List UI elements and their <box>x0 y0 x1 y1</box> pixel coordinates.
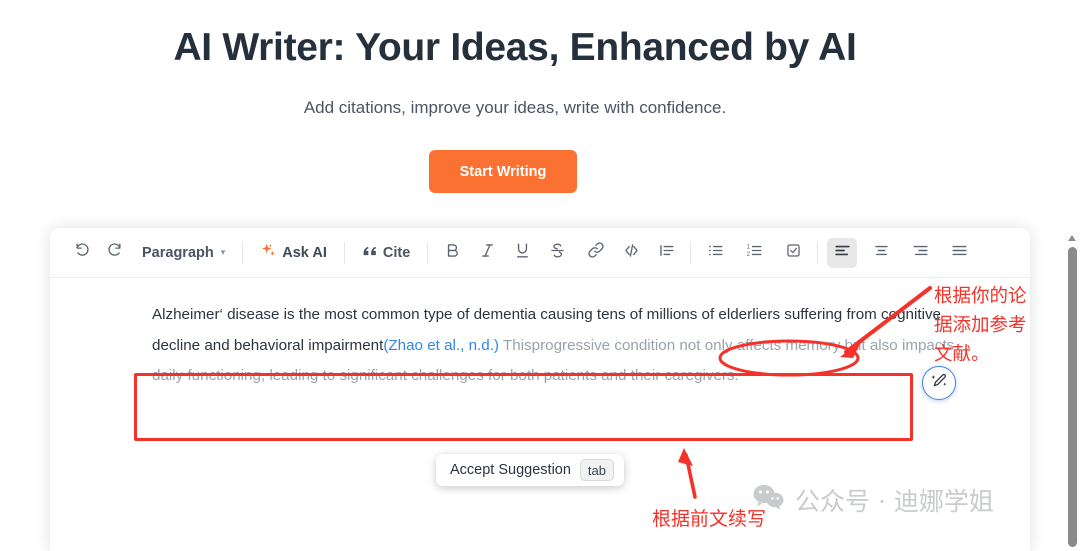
quote-icon <box>362 244 378 262</box>
tab-key-badge: tab <box>579 459 614 481</box>
strikethrough-icon <box>548 241 567 265</box>
editor-toolbar: Paragraph ▾ Ask AI Cite 1 2 <box>50 228 1030 278</box>
ask-ai-button[interactable]: Ask AI <box>252 238 335 268</box>
redo-button[interactable] <box>98 238 128 268</box>
toolbar-divider <box>343 241 345 264</box>
ai-magic-button[interactable] <box>922 366 956 400</box>
underline-button[interactable] <box>507 238 537 268</box>
citation-annotation-text: 根据你的论 据添加参考 文献。 <box>934 286 1027 365</box>
numbered-list-button[interactable]: 1 2 <box>739 238 769 268</box>
bullet-list-icon <box>706 241 725 265</box>
italic-icon <box>478 241 497 265</box>
undo-button[interactable] <box>68 238 98 268</box>
continuation-annotation-text: 根据前文续写 <box>652 508 767 530</box>
watermark: 公众号 · 迪娜学姐 <box>752 482 994 518</box>
align-right-icon <box>911 241 930 265</box>
block-type-dropdown[interactable]: Paragraph ▾ <box>134 238 233 268</box>
italic-button[interactable] <box>472 238 502 268</box>
cite-label: Cite <box>382 244 411 261</box>
code-button[interactable] <box>616 238 646 268</box>
toolbar-divider <box>427 241 429 264</box>
svg-text:2: 2 <box>746 252 749 258</box>
numbered-list-icon: 1 2 <box>745 241 764 265</box>
watermark-text: 公众号 · 迪娜学姐 <box>795 487 994 516</box>
align-left-button[interactable] <box>827 237 858 268</box>
bold-icon <box>443 241 462 265</box>
align-justify-button[interactable] <box>944 238 974 268</box>
bullet-list-button[interactable] <box>700 238 730 268</box>
page-subtitle: Add citations, improve your ideas, write… <box>303 98 727 117</box>
align-center-icon <box>872 241 891 265</box>
strikethrough-button[interactable] <box>542 238 572 268</box>
redo-icon <box>104 241 123 265</box>
svg-text:1: 1 <box>746 244 749 250</box>
cite-button[interactable]: Cite <box>354 238 418 268</box>
align-left-icon <box>833 241 852 265</box>
align-center-button[interactable] <box>866 238 896 268</box>
editor-content[interactable]: Alzheimer‘ disease is the most common ty… <box>50 278 1030 392</box>
checklist-button[interactable] <box>778 238 808 268</box>
start-writing-button[interactable]: Start Writing <box>429 150 577 193</box>
page-root: AI Writer: Your Ideas, Enhanced by AI Ad… <box>0 0 1080 551</box>
toolbar-divider <box>690 241 692 264</box>
checklist-icon <box>784 241 803 265</box>
magic-pen-icon <box>930 371 949 395</box>
blockquote-icon <box>657 241 676 265</box>
page-title: AI Writer: Your Ideas, Enhanced by AI <box>173 26 857 69</box>
blockquote-button[interactable] <box>651 238 681 268</box>
wechat-icon <box>752 483 786 517</box>
align-right-button[interactable] <box>905 238 935 268</box>
accept-suggestion-label: Accept Suggestion <box>450 462 571 478</box>
sparkle-icon <box>260 242 277 263</box>
bold-button[interactable] <box>437 238 467 268</box>
toolbar-divider <box>242 241 244 264</box>
page-scrollbar[interactable] <box>1065 233 1080 551</box>
ask-ai-label: Ask AI <box>282 244 327 261</box>
scroll-up-arrow-icon[interactable] <box>1068 235 1076 241</box>
document-paragraph: Alzheimer‘ disease is the most common ty… <box>152 300 964 392</box>
citation-link[interactable]: (Zhao et al., n.d.) <box>383 337 499 354</box>
after-citation-text: This <box>498 336 532 354</box>
toolbar-divider <box>817 241 819 264</box>
block-type-label: Paragraph <box>142 244 214 261</box>
scrollbar-thumb[interactable] <box>1068 247 1077 547</box>
undo-icon <box>74 241 93 265</box>
link-icon <box>586 240 606 265</box>
accept-suggestion-tooltip[interactable]: Accept Suggestion tab <box>436 454 624 486</box>
chevron-down-icon: ▾ <box>220 247 226 257</box>
underline-icon <box>513 241 532 265</box>
code-icon <box>622 241 641 265</box>
align-justify-icon <box>950 241 969 265</box>
link-button[interactable] <box>581 238 611 268</box>
